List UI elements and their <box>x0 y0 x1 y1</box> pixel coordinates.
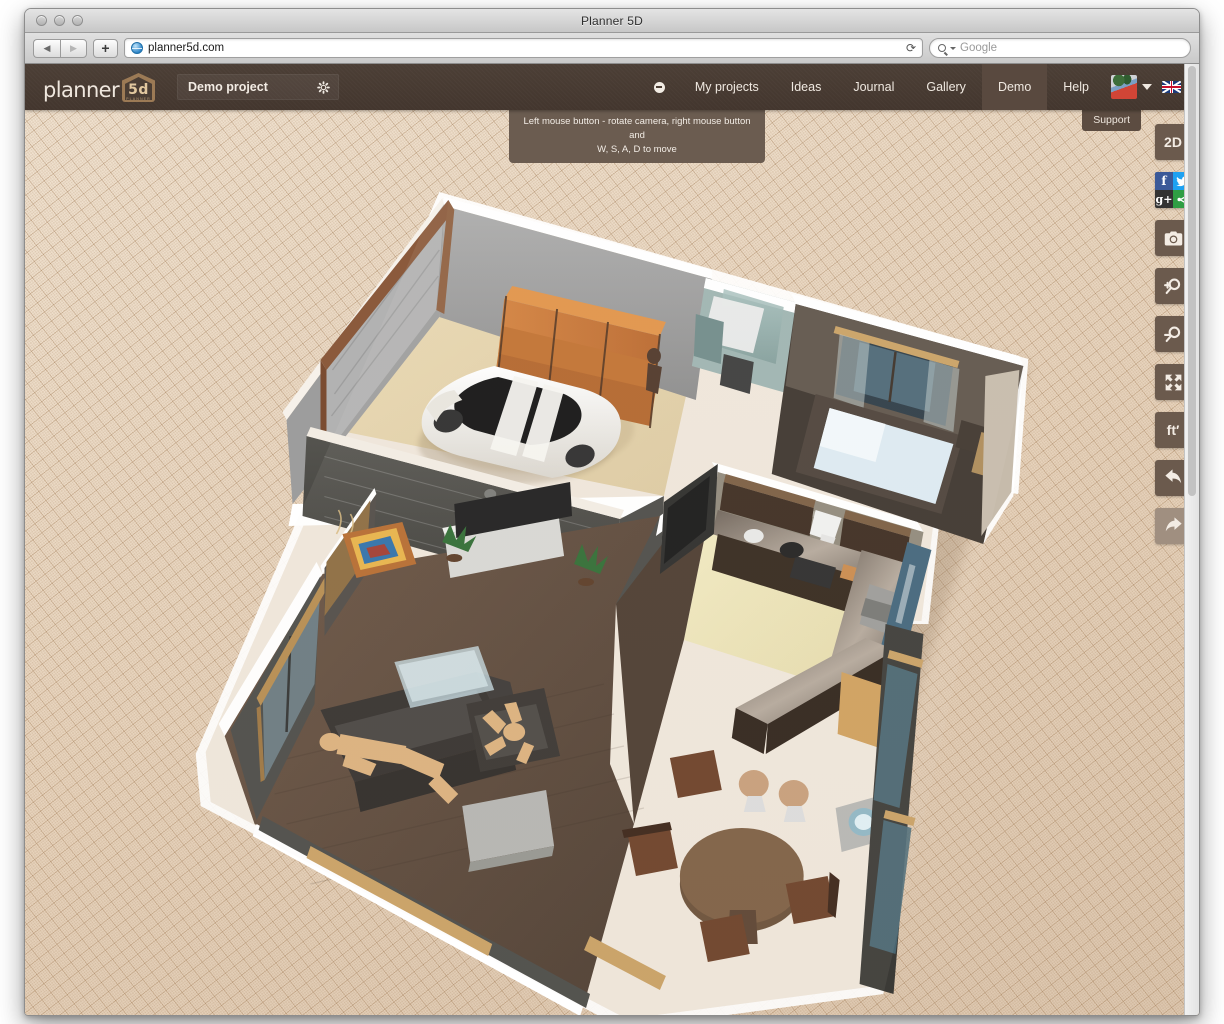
project-name-label: Demo project <box>188 80 268 94</box>
search-icon <box>938 44 946 52</box>
search-input[interactable]: Google <box>929 38 1191 58</box>
camera-controls-hint: Left mouse button - rotate camera, right… <box>509 110 765 163</box>
close-button[interactable] <box>36 15 47 26</box>
logo-badge-text: 5d <box>122 82 155 98</box>
nav-status-dot[interactable] <box>636 64 679 110</box>
nav-journal[interactable]: Journal <box>837 64 910 110</box>
main-navigation: My projects Ideas Journal Gallery Demo H… <box>636 64 1199 110</box>
back-button[interactable]: ◀ <box>33 39 60 58</box>
search-provider-chevron-icon[interactable] <box>950 47 956 50</box>
chevron-down-icon[interactable] <box>1142 84 1152 90</box>
nav-ideas[interactable]: Ideas <box>775 64 838 110</box>
nav-my-projects[interactable]: My projects <box>679 64 775 110</box>
minus-circle-icon <box>654 82 665 93</box>
app-header: planner 5d PLANNER Demo project <box>25 64 1199 110</box>
zoom-button[interactable] <box>72 15 83 26</box>
logo-badge-subtext: PLANNER <box>122 97 155 101</box>
window-titlebar: Planner 5D <box>25 9 1199 33</box>
nav-gallery[interactable]: Gallery <box>910 64 982 110</box>
browser-toolbar: ◀ ▶ + planner5d.com ⟳ Google <box>25 33 1199 64</box>
avatar <box>1111 75 1137 99</box>
address-bar[interactable]: planner5d.com ⟳ <box>124 38 923 58</box>
site-globe-icon <box>131 42 143 54</box>
facebook-icon[interactable]: f <box>1155 172 1173 190</box>
logo-wordmark: planner <box>43 80 119 101</box>
search-placeholder: Google <box>960 42 997 54</box>
hint-line-2: W, S, A, D to move <box>517 143 757 157</box>
page-scrollbar[interactable] <box>1184 64 1199 1016</box>
browser-window: Planner 5D ◀ ▶ + planner5d.com ⟳ Google <box>24 8 1200 1016</box>
minimize-button[interactable] <box>54 15 65 26</box>
uk-flag-icon <box>1162 81 1181 93</box>
navigation-buttons[interactable]: ◀ ▶ <box>33 39 87 58</box>
window-title: Planner 5D <box>25 14 1199 28</box>
forward-button[interactable]: ▶ <box>60 39 87 58</box>
page-viewport: planner 5d PLANNER Demo project <box>25 64 1199 1016</box>
gear-icon[interactable] <box>317 81 330 94</box>
project-name-field[interactable]: Demo project <box>177 74 339 100</box>
account-menu[interactable] <box>1105 64 1162 110</box>
window-controls[interactable] <box>36 15 83 26</box>
google-plus-icon[interactable]: g+ <box>1155 190 1173 208</box>
nav-help[interactable]: Help <box>1047 64 1105 110</box>
3d-floorplan-canvas[interactable] <box>25 64 1199 1016</box>
address-bar-url: planner5d.com <box>148 42 224 54</box>
support-button[interactable]: Support <box>1082 110 1141 131</box>
nav-demo[interactable]: Demo <box>982 64 1047 110</box>
planner5d-logo[interactable]: planner 5d PLANNER <box>43 73 155 101</box>
hint-line-1: Left mouse button - rotate camera, right… <box>517 115 757 143</box>
reload-icon[interactable]: ⟳ <box>906 41 916 55</box>
scrollbar-thumb[interactable] <box>1188 66 1196 496</box>
house-render <box>25 64 1199 1016</box>
new-tab-button[interactable]: + <box>93 39 118 58</box>
logo-house-icon: 5d PLANNER <box>122 73 155 102</box>
